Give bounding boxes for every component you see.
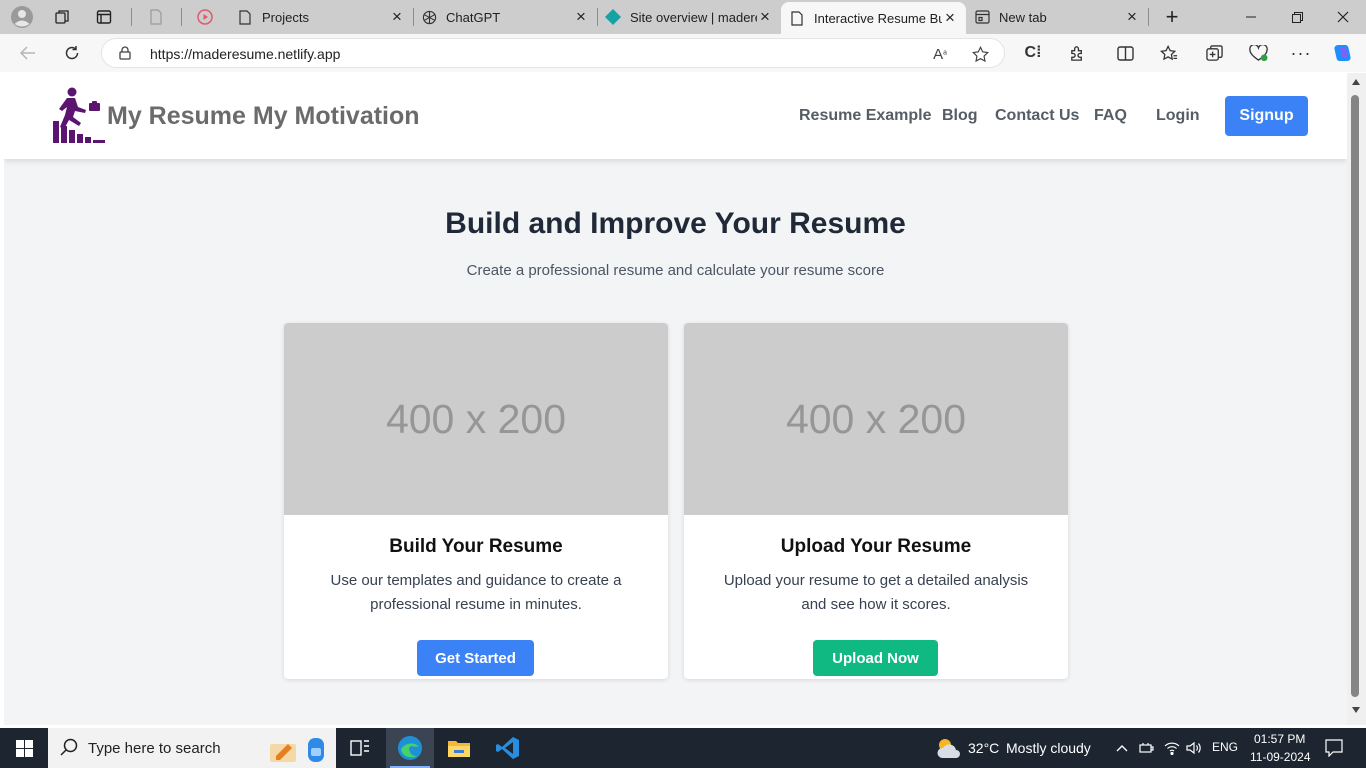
search-icon [60,738,78,761]
close-icon[interactable]: × [942,8,958,28]
window-close-icon[interactable] [1320,0,1366,34]
tab-title: New tab [999,9,1047,25]
tab-site-overview[interactable]: Site overview | madere × [597,0,781,34]
read-aloud-icon[interactable]: Aᵃ [929,43,951,65]
file-explorer-icon[interactable] [435,728,483,768]
tab-projects[interactable]: Projects × [229,0,413,34]
tab-title: Site overview | madere [630,9,757,25]
pinned-tab-page-icon[interactable] [144,5,168,29]
upload-resume-card: 400 x 200 Upload Your Resume Upload your… [684,323,1068,679]
browser-essentials-icon[interactable] [1246,41,1270,65]
card-image-placeholder: 400 x 200 [284,323,668,515]
favorite-star-icon[interactable] [969,43,991,65]
restore-icon[interactable] [1274,0,1320,34]
more-menu-icon[interactable]: ··· [1289,41,1313,65]
weather-condition[interactable]: Mostly cloudy [1006,740,1091,756]
collections-icon[interactable] [1202,41,1226,65]
close-icon[interactable]: × [757,7,773,27]
separator [181,8,182,26]
tab-interactive-resume[interactable]: Interactive Resume Buil × [781,2,966,34]
close-icon[interactable]: × [1124,7,1140,27]
minimize-icon[interactable] [1228,0,1274,34]
show-hidden-icons-chevron-icon[interactable] [1114,740,1130,756]
separator [131,8,132,26]
volume-icon[interactable] [1186,740,1202,756]
chatgpt-icon [421,9,437,25]
wifi-icon[interactable] [1164,740,1180,756]
signup-button[interactable]: Signup [1225,96,1308,136]
upload-now-button[interactable]: Upload Now [813,640,938,676]
weather-temperature[interactable]: 32°C [968,740,999,756]
lock-icon[interactable] [119,46,131,65]
new-tab-plus-icon[interactable]: + [1160,4,1184,29]
close-icon[interactable]: × [389,7,405,27]
weather-cloudy-icon[interactable] [934,736,962,765]
logo-icon[interactable] [53,87,107,143]
browser-toolbar: https://maderesume.netlify.app Aᵃ C⁞ ··· [0,34,1366,72]
close-icon[interactable]: × [573,7,589,27]
nav-contact-us[interactable]: Contact Us [995,107,1079,125]
scroll-down-arrow-icon[interactable] [1352,707,1360,713]
profile-icon[interactable] [10,5,34,29]
tab-chatgpt[interactable]: ChatGPT × [413,0,597,34]
get-started-button[interactable]: Get Started [417,640,534,676]
language-indicator[interactable]: ENG [1212,740,1238,754]
site-header: My Resume My Motivation Resume Example B… [4,73,1347,159]
refresh-icon[interactable] [57,39,87,67]
search-placeholder: Type here to search [88,740,221,757]
copilot-icon[interactable] [1331,41,1355,65]
card-title: Upload Your Resume [780,536,972,557]
copilot-extension-icon[interactable]: C⁞ [1021,41,1045,65]
page-icon [789,10,805,26]
pinned-tab-media-icon[interactable] [193,5,217,29]
back-icon[interactable] [13,39,43,67]
vscode-icon[interactable] [484,728,532,768]
windows-start-icon[interactable] [0,728,48,768]
card-description: Upload your resume to get a detailed ana… [723,572,1029,613]
battery-plug-icon[interactable] [1139,740,1155,756]
tab-actions-icon[interactable] [92,5,116,29]
tab-title: ChatGPT [446,9,501,25]
separator [1148,8,1149,26]
page-viewport: My Resume My Motivation Resume Example B… [4,73,1347,725]
tab-title: Interactive Resume Buil [814,10,942,26]
hero-subtitle: Create a professional resume and calcula… [466,262,885,279]
card-image-placeholder: 400 x 200 [684,323,1068,515]
browser-tab-strip: Projects × ChatGPT × Site overview | mad… [0,0,1366,34]
clock-date[interactable]: 11-09-2024 [1250,750,1311,764]
url-text[interactable]: https://maderesume.netlify.app [150,46,340,62]
search-highlight-icon [268,734,330,768]
task-view-icon[interactable] [336,728,384,768]
clock-time[interactable]: 01:57 PM [1254,732,1305,746]
nav-resume-example[interactable]: Resume Example [799,107,932,125]
notifications-icon[interactable] [1325,739,1343,757]
edge-taskbar-icon[interactable] [386,728,434,768]
build-resume-card: 400 x 200 Build Your Resume Use our temp… [284,323,668,679]
newtab-icon [974,9,990,25]
workspaces-icon[interactable] [50,5,74,29]
taskbar-search-box[interactable]: Type here to search [48,728,336,768]
extensions-icon[interactable] [1065,41,1089,65]
card-title: Build Your Resume [389,536,563,557]
card-description: Use our templates and guidance to create… [330,572,622,613]
login-link[interactable]: Login [1156,107,1200,125]
page-scrollbar[interactable] [1347,73,1366,725]
page-icon [237,9,253,25]
nav-faq[interactable]: FAQ [1094,107,1127,125]
brand-name[interactable]: My Resume My Motivation [107,102,420,131]
windows-taskbar: Type here to search 32°C Mostly cloudy E… [0,728,1366,768]
favorites-icon[interactable] [1157,41,1181,65]
scroll-thumb[interactable] [1351,95,1359,697]
address-bar[interactable]: https://maderesume.netlify.app Aᵃ [101,38,1005,68]
split-screen-icon[interactable] [1113,41,1137,65]
tab-title: Projects [262,9,309,25]
hero-title: Build and Improve Your Resume [445,207,906,240]
nav-blog[interactable]: Blog [942,107,978,125]
netlify-icon [605,9,621,25]
scroll-up-arrow-icon[interactable] [1352,79,1360,85]
tab-new-tab[interactable]: New tab × [966,0,1148,34]
